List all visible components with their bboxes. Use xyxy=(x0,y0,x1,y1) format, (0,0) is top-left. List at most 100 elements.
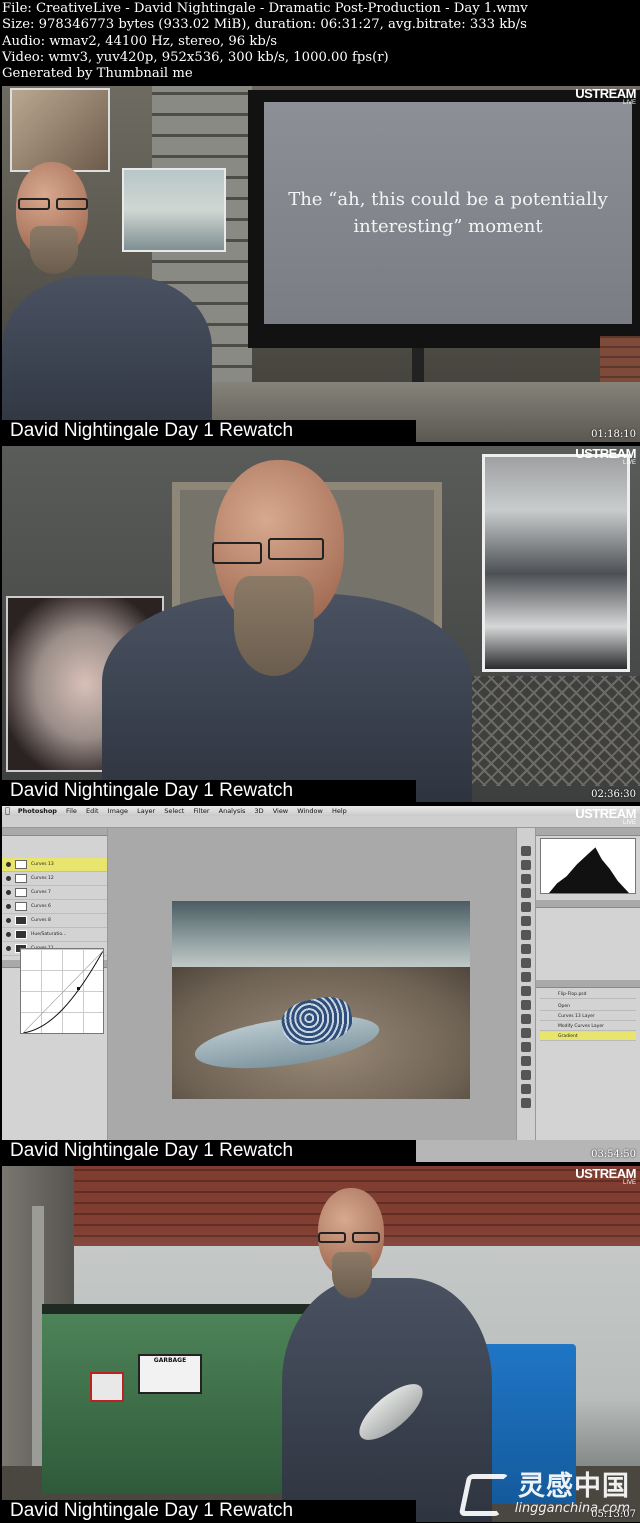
quick-select-tool-icon[interactable] xyxy=(521,888,531,898)
menu-window[interactable]: Window xyxy=(297,806,323,816)
info-panel-tabs[interactable] xyxy=(536,900,640,908)
dodge-tool-icon[interactable] xyxy=(521,1014,531,1024)
menu-analysis[interactable]: Analysis xyxy=(219,806,246,816)
presenter-body xyxy=(2,276,212,442)
history-panel-tabs[interactable] xyxy=(536,980,640,988)
eyedropper-tool-icon[interactable] xyxy=(521,916,531,926)
garbage-sign-text: GARBAGE xyxy=(153,1357,187,1364)
history-snapshot[interactable]: Flip-Flop.psd xyxy=(540,990,636,999)
lasso-tool-icon[interactable] xyxy=(521,874,531,884)
layer-row[interactable]: Curves 12 xyxy=(2,872,107,886)
video-thumbnail-4[interactable]: GARBAGE USTREAM LIVE David Nightingale Da… xyxy=(2,1166,640,1522)
menu-select[interactable]: Select xyxy=(164,806,184,816)
timestamp: 01:18:10 xyxy=(591,429,636,440)
layer-thumbnail xyxy=(15,902,27,911)
brush-tool-icon[interactable] xyxy=(521,944,531,954)
timestamp: 05:13:07 xyxy=(591,1509,636,1520)
apple-icon[interactable]:  xyxy=(5,806,10,816)
shape-tool-icon[interactable] xyxy=(521,1070,531,1080)
video-thumbnail-3[interactable]:  Photoshop File Edit Image Layer Select… xyxy=(2,806,640,1162)
ustream-logo-text: USTREAM xyxy=(575,806,636,821)
history-item[interactable]: Open xyxy=(540,1002,636,1011)
menu-file[interactable]: File xyxy=(66,806,77,816)
glasses-right xyxy=(352,1232,380,1243)
eye-icon[interactable] xyxy=(6,862,11,867)
eye-icon[interactable] xyxy=(6,876,11,881)
audio-info-line: Audio: wmav2, 44100 Hz, stereo, 96 kb/s xyxy=(2,33,278,49)
ustream-logo: USTREAM LIVE xyxy=(575,1166,636,1187)
ustream-logo: USTREAM LIVE xyxy=(575,86,636,107)
layer-row[interactable]: Curves 6 xyxy=(2,900,107,914)
layer-thumbnail xyxy=(15,860,27,869)
healing-tool-icon[interactable] xyxy=(521,930,531,940)
menu-3d[interactable]: 3D xyxy=(254,806,263,816)
ustream-logo-text: USTREAM xyxy=(575,446,636,461)
menu-edit[interactable]: Edit xyxy=(86,806,99,816)
glasses-right xyxy=(56,198,88,210)
ustream-logo: USTREAM LIVE xyxy=(575,446,636,467)
caption-text: David Nightingale Day 1 Rewatch xyxy=(10,780,294,801)
document-image[interactable] xyxy=(172,901,470,1099)
history-item[interactable]: Modify Curves Layer xyxy=(540,1022,636,1031)
ustream-live-text: LIVE xyxy=(622,100,636,106)
file-name-line: File: CreativeLive - David Nightingale -… xyxy=(2,1,528,16)
path-select-tool-icon[interactable] xyxy=(521,1056,531,1066)
generator-line: Generated by Thumbnail me xyxy=(2,66,193,82)
clone-stamp-tool-icon[interactable] xyxy=(521,958,531,968)
pen-tool-icon[interactable] xyxy=(521,1028,531,1038)
eraser-tool-icon[interactable] xyxy=(521,986,531,996)
histogram-history-panel: Flip-Flop.psd Open Curves 13 Layer Modif… xyxy=(536,828,640,1140)
stormy-sky xyxy=(172,901,470,971)
history-item[interactable]: Curves 13 Layer xyxy=(540,1012,636,1021)
hand-tool-icon[interactable] xyxy=(521,1084,531,1094)
move-tool-icon[interactable] xyxy=(521,846,531,856)
menu-app-name[interactable]: Photoshop xyxy=(18,806,57,816)
crop-tool-icon[interactable] xyxy=(521,902,531,912)
histogram-panel-tabs[interactable] xyxy=(536,828,640,836)
file-info-header: File: CreativeLive - David Nightingale -… xyxy=(0,0,640,84)
ustream-logo-text: USTREAM xyxy=(575,86,636,101)
eye-icon[interactable] xyxy=(6,932,11,937)
layer-thumbnail xyxy=(15,916,27,925)
presenter-beard xyxy=(30,226,78,274)
caption-text: David Nightingale Day 1 Rewatch xyxy=(10,1500,294,1521)
layer-row[interactable]: Curves 8 xyxy=(2,914,107,928)
layer-row[interactable]: Curves 7 xyxy=(2,886,107,900)
layer-thumbnail xyxy=(15,874,27,883)
presenter-beard xyxy=(332,1252,372,1298)
timestamp: 02:36:30 xyxy=(591,789,636,800)
layers-panel-tabs[interactable] xyxy=(2,828,107,836)
video-thumbnail-1[interactable]: The “ah, this could be a potentially int… xyxy=(2,86,640,442)
layer-row[interactable]: Hue/Saturatio... xyxy=(2,928,107,942)
marquee-tool-icon[interactable] xyxy=(521,860,531,870)
portrait-photo xyxy=(10,88,110,172)
history-item-selected[interactable]: Gradient xyxy=(540,1032,636,1041)
menu-help[interactable]: Help xyxy=(332,806,347,816)
curves-graph[interactable] xyxy=(20,948,104,1034)
green-dumpster xyxy=(42,1304,312,1494)
video-thumbnail-2[interactable]: USTREAM LIVE David Nightingale Day 1 Rewa… xyxy=(2,446,640,802)
layer-name: Curves 8 xyxy=(31,918,51,923)
type-tool-icon[interactable] xyxy=(521,1042,531,1052)
menu-image[interactable]: Image xyxy=(108,806,128,816)
menu-layer[interactable]: Layer xyxy=(137,806,155,816)
curve-line[interactable] xyxy=(21,949,104,1034)
histogram xyxy=(540,838,636,894)
menu-view[interactable]: View xyxy=(273,806,288,816)
eye-icon[interactable] xyxy=(6,890,11,895)
menu-filter[interactable]: Filter xyxy=(193,806,209,816)
history-brush-tool-icon[interactable] xyxy=(521,972,531,982)
eye-icon[interactable] xyxy=(6,918,11,923)
cityscape-photo xyxy=(482,454,630,672)
histogram-fill xyxy=(549,847,629,893)
layer-name: Hue/Saturatio... xyxy=(31,932,67,937)
eye-icon[interactable] xyxy=(6,904,11,909)
layer-row[interactable]: Curves 13 xyxy=(2,858,107,872)
gradient-tool-icon[interactable] xyxy=(521,1000,531,1010)
menu-bar:  Photoshop File Edit Image Layer Select… xyxy=(2,806,640,816)
tools-panel-header xyxy=(517,828,535,842)
ustream-logo-text: USTREAM xyxy=(575,1166,636,1181)
zoom-tool-icon[interactable] xyxy=(521,1098,531,1108)
glasses-left xyxy=(18,198,50,210)
eye-icon[interactable] xyxy=(6,946,11,951)
